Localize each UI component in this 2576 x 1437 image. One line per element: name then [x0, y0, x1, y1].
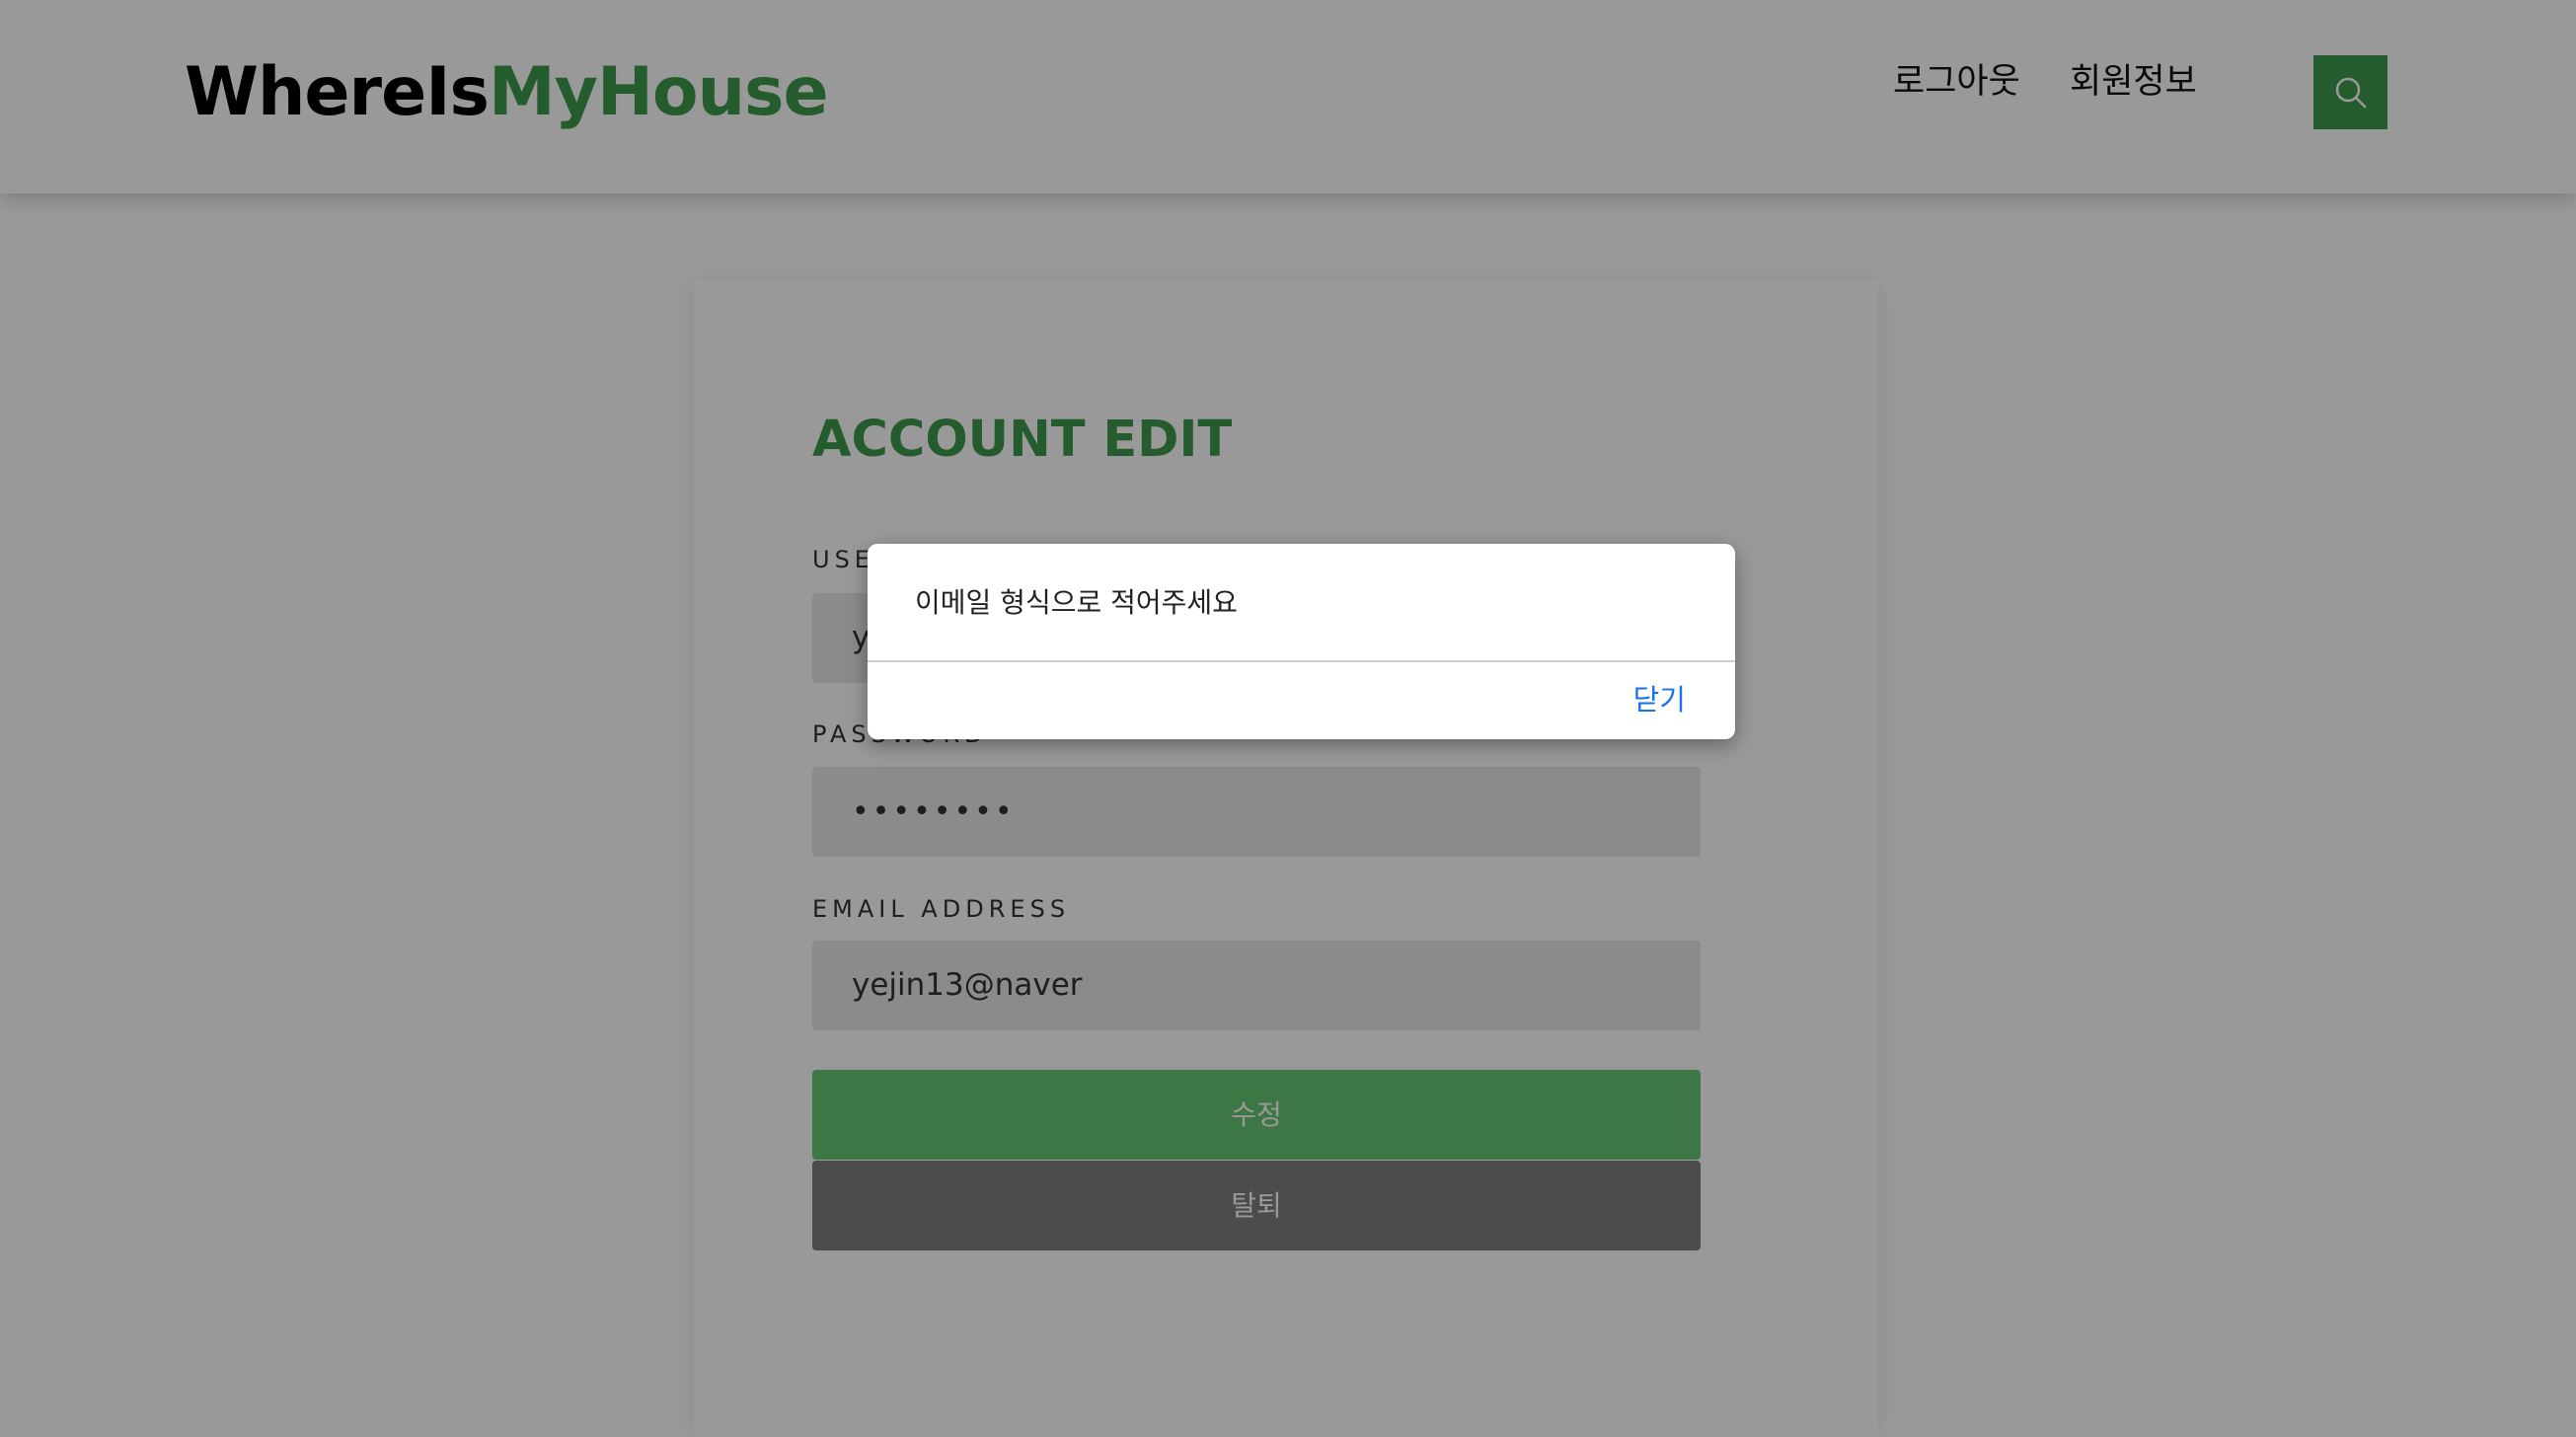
alert-message: 이메일 형식으로 적어주세요	[915, 586, 1238, 619]
dialog-divider	[868, 660, 1735, 662]
alert-dialog: 이메일 형식으로 적어주세요 닫기	[868, 544, 1735, 739]
dialog-close-button[interactable]: 닫기	[1633, 680, 1686, 719]
